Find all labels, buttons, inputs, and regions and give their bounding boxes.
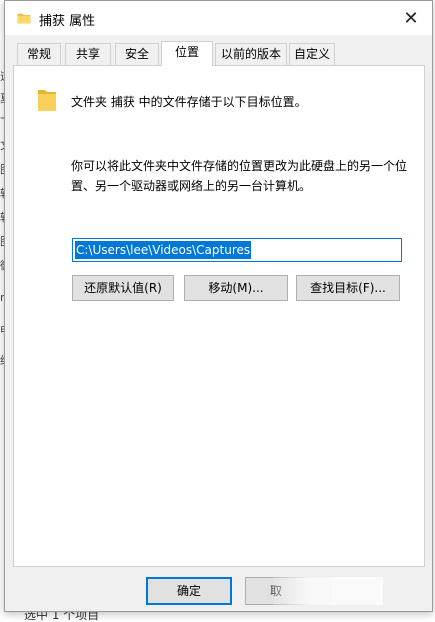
folder-icon	[17, 13, 31, 24]
ok-button[interactable]: 确定	[146, 577, 232, 605]
target-path-input[interactable]: C:\Users\lee\Videos\Captures	[72, 238, 402, 262]
properties-dialog: 捕获 属性 ✕ 常规 共享 安全 位置 以前的版本 自定义 文件夹 捕获 中的文…	[4, 0, 433, 612]
tab-strip: 常规 共享 安全 位置 以前的版本 自定义	[13, 41, 433, 66]
target-path-value: C:\Users\lee\Videos\Captures	[75, 241, 252, 259]
title-bar[interactable]: 捕获 属性 ✕	[5, 1, 432, 35]
close-icon: ✕	[403, 7, 419, 29]
location-description: 你可以将此文件夹中文件存储的位置更改为此硬盘上的另一个位置、另一个驱动器或网络上…	[71, 159, 408, 193]
tab-security[interactable]: 安全	[115, 43, 159, 65]
tab-general[interactable]: 常规	[17, 43, 61, 65]
tab-sharing[interactable]: 共享	[65, 43, 111, 65]
location-header-text: 文件夹 捕获 中的文件存储于以下目标位置。	[71, 95, 307, 109]
window-title: 捕获 属性	[39, 14, 96, 29]
tab-previous-versions[interactable]: 以前的版本	[215, 43, 287, 65]
restore-default-button[interactable]: 还原默认值(R)	[72, 275, 174, 301]
location-tab-panel: 文件夹 捕获 中的文件存储于以下目标位置。 你可以将此文件夹中文件存储的位置更改…	[13, 65, 425, 567]
tab-location[interactable]: 位置	[161, 41, 213, 66]
move-button[interactable]: 移动(M)...	[184, 275, 288, 301]
close-button[interactable]: ✕	[398, 5, 424, 31]
cancel-button[interactable]: 取	[245, 577, 331, 605]
find-target-button[interactable]: 查找目标(F)...	[296, 275, 400, 301]
tab-customize[interactable]: 自定义	[289, 43, 335, 65]
folder-icon	[38, 90, 56, 111]
